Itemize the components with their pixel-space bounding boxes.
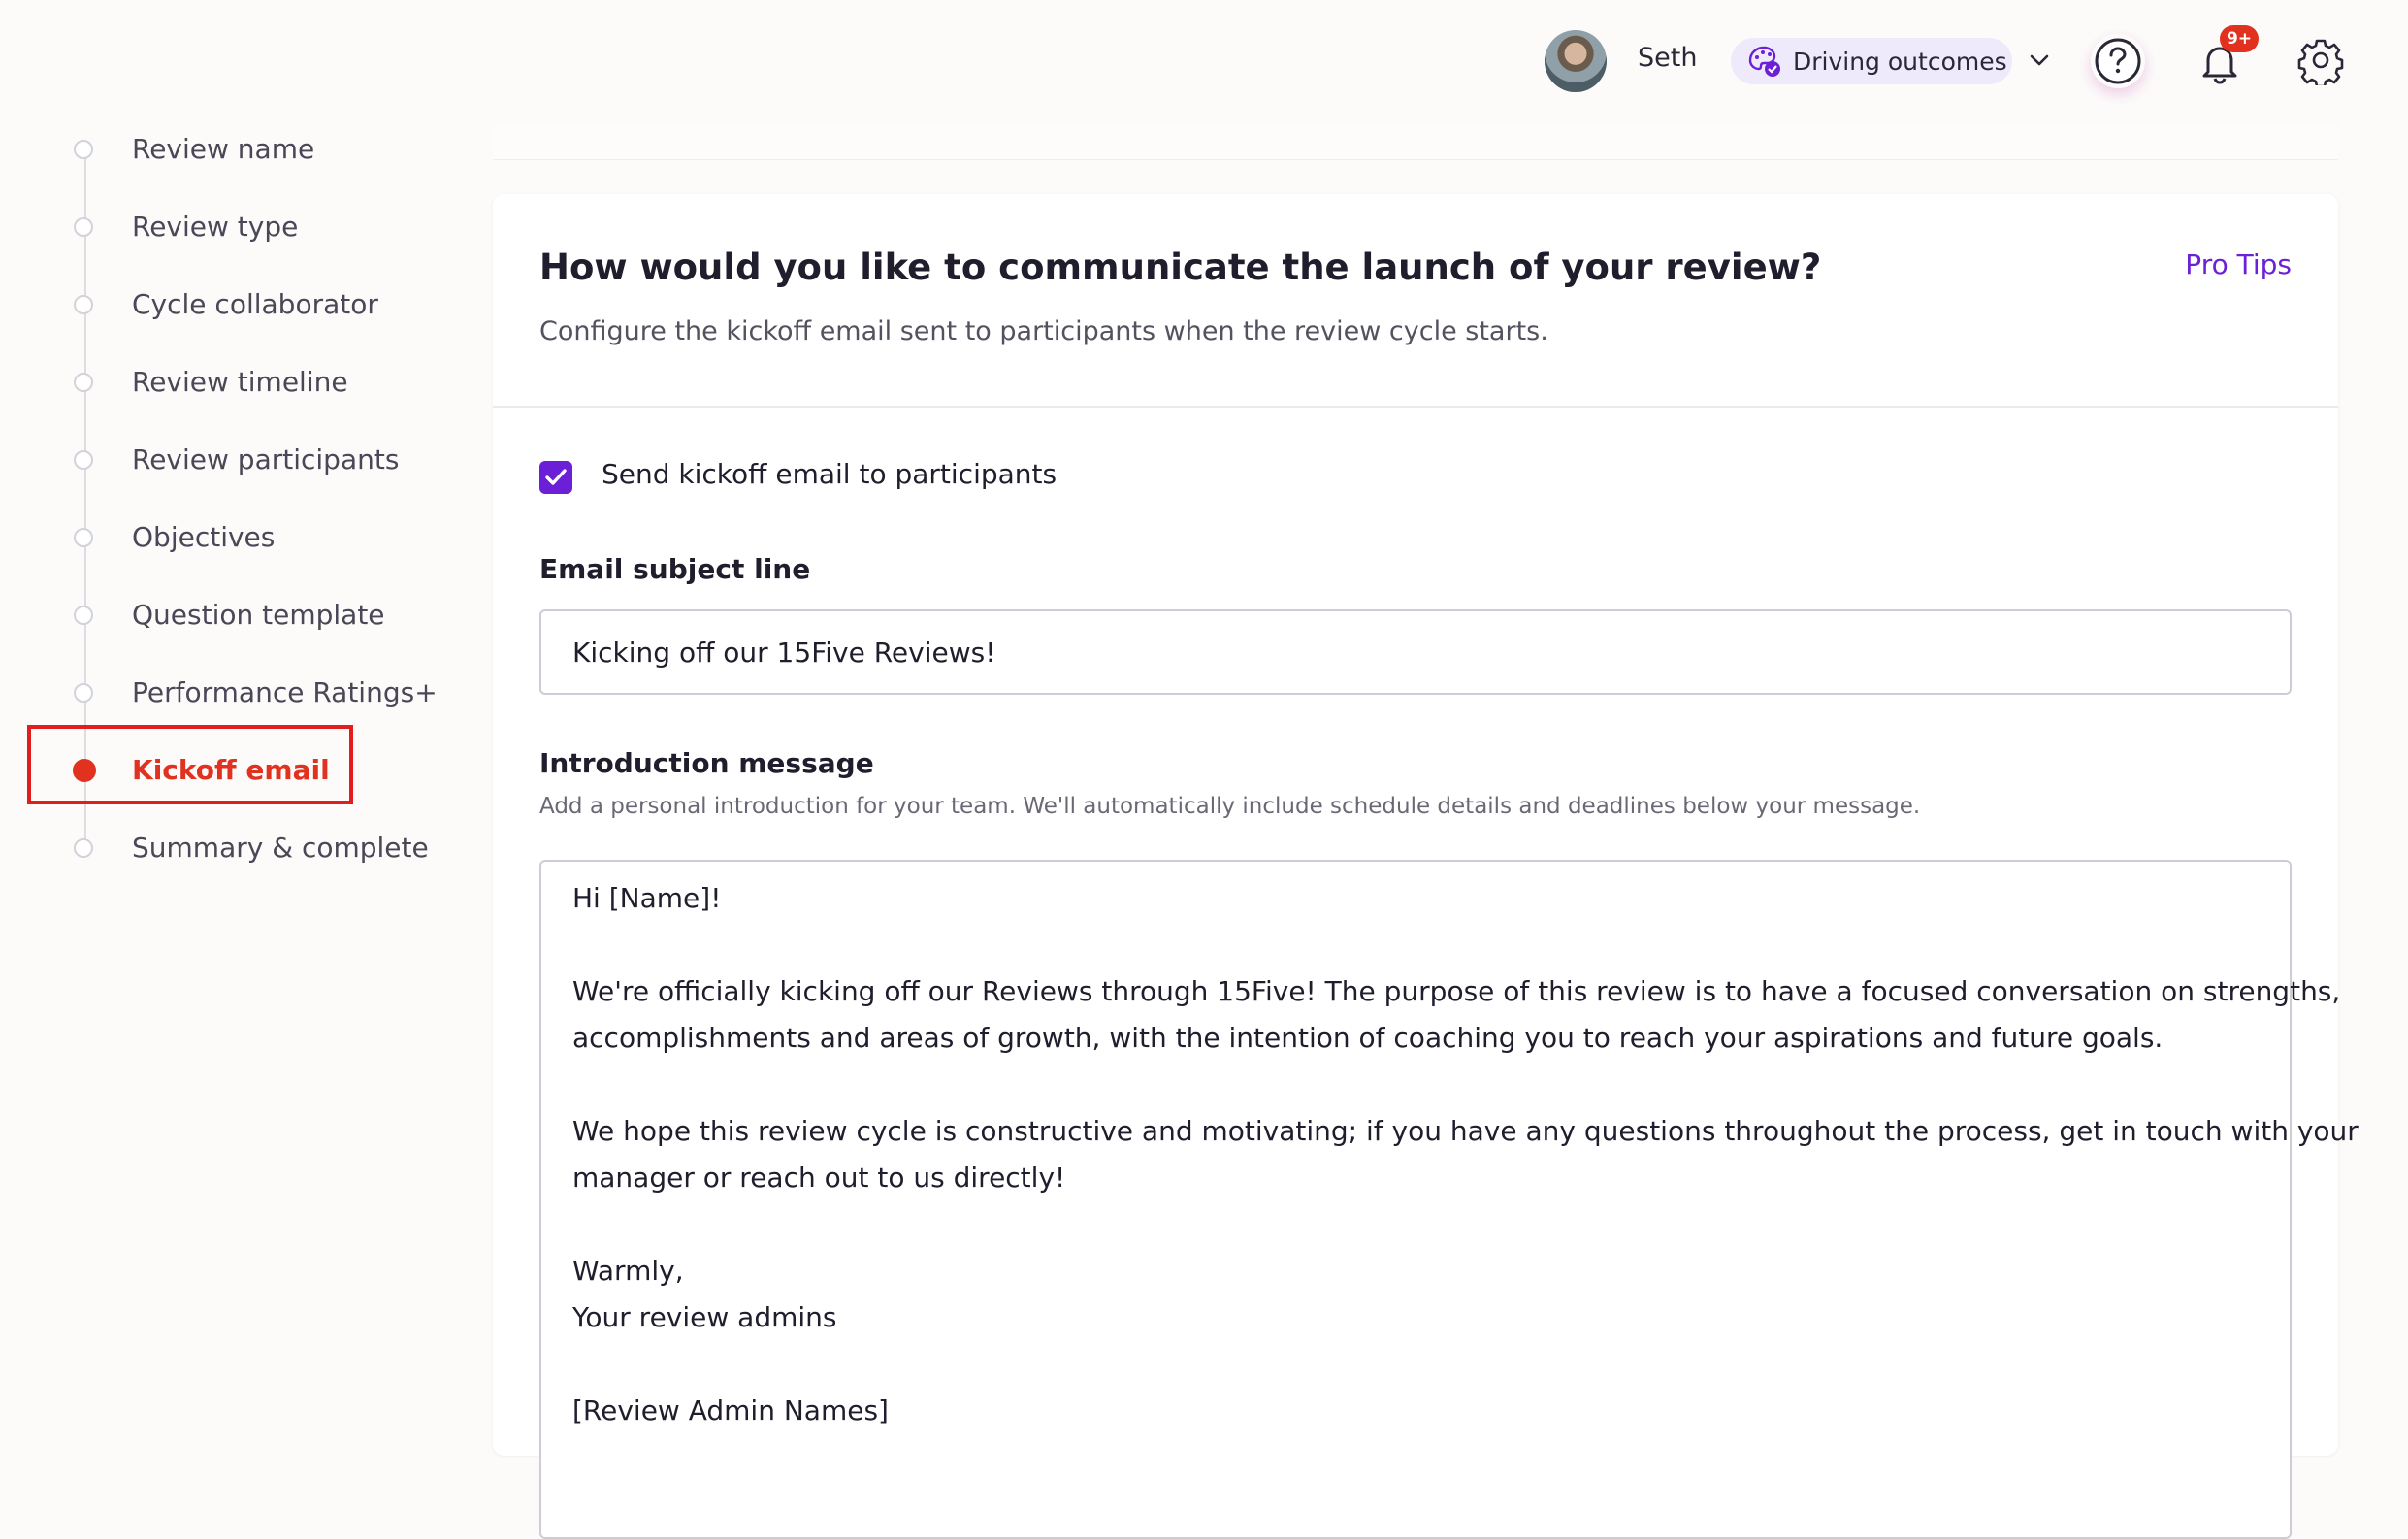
message-line: We hope this review cycle is constructiv… xyxy=(572,1115,2359,1147)
message-line xyxy=(572,1062,2259,1108)
message-line: We're officially kicking off our Reviews… xyxy=(572,975,2341,1007)
kickoff-email-card: How would you like to communicate the la… xyxy=(493,194,2359,1539)
palette-icon xyxy=(1748,46,1780,77)
step-review-participants[interactable]: Review participants xyxy=(0,434,446,492)
step-summary-complete[interactable]: Summary & complete xyxy=(0,822,446,880)
org-selector[interactable]: Driving outcomes xyxy=(1731,38,2012,84)
checkmark-icon xyxy=(545,469,567,485)
step-cycle-collaborator[interactable]: Cycle collaborator xyxy=(0,278,446,337)
step-objectives[interactable]: Objectives xyxy=(0,511,446,570)
send-kickoff-label[interactable]: Send kickoff email to participants xyxy=(602,458,1057,490)
send-kickoff-checkbox[interactable] xyxy=(539,461,572,494)
pro-tips-link[interactable]: Pro Tips xyxy=(2185,248,2292,280)
step-label: Review type xyxy=(132,211,299,243)
page-title: How would you like to communicate the la… xyxy=(539,246,1822,288)
step-dot xyxy=(74,373,93,392)
message-line xyxy=(572,922,2259,968)
message-line: manager or reach out to us directly! xyxy=(572,1162,1066,1194)
avatar[interactable] xyxy=(1545,30,1607,92)
step-dot xyxy=(74,217,93,237)
step-dot xyxy=(74,140,93,159)
step-label: Summary & complete xyxy=(132,832,429,864)
step-review-name[interactable]: Review name xyxy=(0,123,446,181)
help-icon[interactable] xyxy=(2091,34,2145,88)
message-line xyxy=(572,1341,2259,1388)
step-dot xyxy=(74,838,93,858)
step-label: Performance Ratings+ xyxy=(132,676,438,708)
notification-badge: 9+ xyxy=(2220,25,2259,52)
step-label: Review name xyxy=(132,133,315,165)
org-name: Driving outcomes xyxy=(1793,47,2007,76)
message-line: Warmly, xyxy=(572,1255,684,1287)
intro-help-text: Add a personal introduction for your tea… xyxy=(539,794,1921,819)
chevron-down-icon[interactable] xyxy=(2026,47,2053,74)
page-subtitle: Configure the kickoff email sent to part… xyxy=(539,316,1548,346)
intro-message-textarea[interactable]: Hi [Name]! We're officially kicking off … xyxy=(539,860,2359,1539)
intro-label: Introduction message xyxy=(539,747,874,779)
message-line: [Review Admin Names] xyxy=(572,1394,889,1426)
message-line: Your review admins xyxy=(572,1301,837,1333)
step-dot xyxy=(74,606,93,625)
step-performance-ratings[interactable]: Performance Ratings+ xyxy=(0,667,446,725)
top-header: Seth Driving outcomes 9+ xyxy=(0,0,2408,124)
top-strip xyxy=(493,124,2338,160)
subject-input[interactable] xyxy=(539,609,2292,695)
step-label: Review participants xyxy=(132,443,400,475)
step-label: Objectives xyxy=(132,521,276,553)
message-line xyxy=(572,1201,2259,1248)
step-question-template[interactable]: Question template xyxy=(0,589,446,647)
step-review-timeline[interactable]: Review timeline xyxy=(0,356,446,414)
subject-label: Email subject line xyxy=(539,553,811,585)
step-label: Review timeline xyxy=(132,366,348,398)
step-review-type[interactable]: Review type xyxy=(0,201,446,259)
user-name[interactable]: Seth xyxy=(1638,43,1697,73)
step-label: Cycle collaborator xyxy=(132,288,378,320)
step-dot xyxy=(74,450,93,470)
step-dot xyxy=(74,683,93,703)
message-line: accomplishments and areas of growth, wit… xyxy=(572,1022,2164,1054)
step-dot xyxy=(74,528,93,547)
card-header: How would you like to communicate the la… xyxy=(493,194,2338,408)
annotation-highlight-box xyxy=(27,725,353,804)
gear-icon[interactable] xyxy=(2295,35,2346,85)
step-label: Question template xyxy=(132,599,385,631)
message-line: Hi [Name]! xyxy=(572,882,722,914)
step-dot xyxy=(74,295,93,314)
